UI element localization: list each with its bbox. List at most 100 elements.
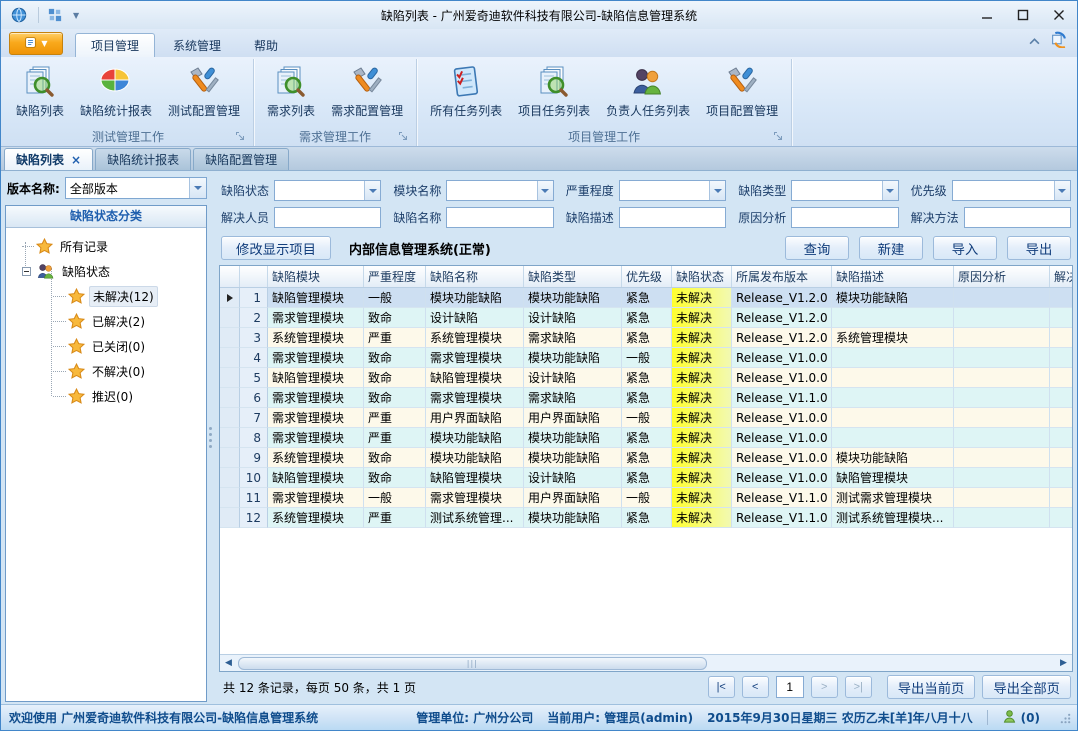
tree-item-已关闭(0)[interactable]: 已关闭(0): [8, 334, 204, 359]
message-counter[interactable]: (0): [1002, 709, 1040, 727]
column-header-解决方法[interactable]: 解决方法: [1050, 266, 1072, 287]
缺陷名称-field[interactable]: [447, 208, 552, 227]
table-row[interactable]: 9系统管理模块致命模块功能缺陷模块功能缺陷紧急未解决Release_V1.0.0…: [220, 448, 1072, 468]
table-row[interactable]: 12系统管理模块严重测试系统管理...模块功能缺陷紧急未解决Release_V1…: [220, 508, 1072, 528]
ribbon-button-所有任务列表[interactable]: 所有任务列表: [423, 60, 509, 121]
combo-dropdown-button[interactable]: [709, 181, 725, 200]
缺陷状态-field[interactable]: [275, 181, 364, 200]
ribbon-tab-帮助[interactable]: 帮助: [239, 33, 293, 57]
table-row[interactable]: 2需求管理模块致命设计缺陷设计缺陷紧急未解决Release_V1.2.0: [220, 308, 1072, 328]
table-row[interactable]: 8需求管理模块严重模块功能缺陷模块功能缺陷紧急未解决Release_V1.0.0: [220, 428, 1072, 448]
resize-grip-icon[interactable]: [1060, 713, 1071, 727]
dialog-launcher-icon[interactable]: [235, 131, 246, 142]
ribbon-button-缺陷列表[interactable]: 缺陷列表: [9, 60, 71, 121]
application-menu-button[interactable]: ▼: [9, 32, 63, 55]
import-button[interactable]: 导入: [933, 236, 997, 260]
dialog-launcher-icon[interactable]: [398, 131, 409, 142]
column-header-缺陷状态[interactable]: 缺陷状态: [672, 266, 732, 287]
next-page-button[interactable]: >: [811, 676, 838, 698]
column-header-缺陷名称[interactable]: 缺陷名称: [426, 266, 524, 287]
filter-原因分析-input[interactable]: [791, 207, 898, 228]
modify-columns-button[interactable]: 修改显示项目: [221, 236, 331, 260]
解决方法-field[interactable]: [965, 208, 1070, 227]
combo-dropdown-button[interactable]: [537, 181, 553, 200]
scroll-left-icon[interactable]: ◀: [220, 655, 237, 671]
tree-item-未解决(12)[interactable]: 未解决(12): [8, 284, 204, 309]
tree-item-缺陷状态[interactable]: 缺陷状态: [8, 259, 204, 284]
table-row[interactable]: 5缺陷管理模块致命缺陷管理模块设计缺陷紧急未解决Release_V1.0.0: [220, 368, 1072, 388]
filter-缺陷名称-input[interactable]: [446, 207, 553, 228]
export-all-pages-button[interactable]: 导出全部页: [982, 675, 1071, 699]
combo-dropdown-button[interactable]: [364, 181, 380, 200]
解决人员-field[interactable]: [275, 208, 380, 227]
column-header-缺陷类型[interactable]: 缺陷类型: [524, 266, 622, 287]
prev-page-button[interactable]: <: [742, 676, 769, 698]
table-row[interactable]: 10缺陷管理模块致命缺陷管理模块设计缺陷紧急未解决Release_V1.0.0缺…: [220, 468, 1072, 488]
ribbon-tab-项目管理[interactable]: 项目管理: [75, 33, 155, 57]
严重程度-field[interactable]: [620, 181, 709, 200]
tree-item-已解决(2)[interactable]: 已解决(2): [8, 309, 204, 334]
column-header-原因分析[interactable]: 原因分析: [954, 266, 1050, 287]
quick-access-grid-icon[interactable]: [48, 8, 62, 22]
column-header-缺陷描述[interactable]: 缺陷描述: [832, 266, 954, 287]
column-header-所属发布版本[interactable]: 所属发布版本: [732, 266, 832, 287]
maximize-button[interactable]: [1005, 2, 1041, 28]
filter-解决方法-input[interactable]: [964, 207, 1071, 228]
tree-item-推迟(0)[interactable]: 推迟(0): [8, 384, 204, 409]
filter-严重程度-input[interactable]: [619, 180, 726, 201]
doc-tab-缺陷统计报表[interactable]: 缺陷统计报表: [95, 148, 191, 170]
version-combo-dropdown[interactable]: [189, 178, 206, 198]
combo-dropdown-button[interactable]: [1054, 181, 1070, 200]
table-row[interactable]: 11需求管理模块一般需求管理模块用户界面缺陷一般未解决Release_V1.1.…: [220, 488, 1072, 508]
close-tab-icon[interactable]: ×: [71, 154, 81, 166]
缺陷类型-field[interactable]: [792, 181, 881, 200]
page-number-input[interactable]: [776, 676, 804, 698]
export-current-page-button[interactable]: 导出当前页: [887, 675, 976, 699]
search-button[interactable]: 查询: [785, 236, 849, 260]
column-header-严重程度[interactable]: 严重程度: [364, 266, 426, 287]
combo-dropdown-button[interactable]: [882, 181, 898, 200]
模块名称-field[interactable]: [447, 181, 536, 200]
ribbon-button-需求列表[interactable]: 需求列表: [260, 60, 322, 121]
collapse-ribbon-icon[interactable]: [1029, 34, 1040, 48]
ribbon-button-负责人任务列表[interactable]: 负责人任务列表: [599, 60, 697, 121]
doc-tab-缺陷配置管理[interactable]: 缺陷配置管理: [193, 148, 289, 170]
table-row[interactable]: 7需求管理模块严重用户界面缺陷用户界面缺陷一般未解决Release_V1.0.0: [220, 408, 1072, 428]
quick-access-dropdown-arrow[interactable]: ▼: [73, 11, 79, 20]
缺陷描述-field[interactable]: [620, 208, 725, 227]
help-sync-icon[interactable]: [1050, 31, 1067, 51]
filter-缺陷描述-input[interactable]: [619, 207, 726, 228]
scrollbar-thumb[interactable]: |||: [238, 657, 707, 670]
table-row[interactable]: 1缺陷管理模块一般模块功能缺陷模块功能缺陷紧急未解决Release_V1.2.0…: [220, 288, 1072, 308]
horizontal-scrollbar[interactable]: ◀ ||| ▶: [220, 654, 1072, 671]
原因分析-field[interactable]: [792, 208, 897, 227]
table-row[interactable]: 3系统管理模块严重系统管理模块需求缺陷紧急未解决Release_V1.2.0系统…: [220, 328, 1072, 348]
ribbon-button-缺陷统计报表[interactable]: 缺陷统计报表: [73, 60, 159, 121]
ribbon-button-项目任务列表[interactable]: 项目任务列表: [511, 60, 597, 121]
tree-item-不解决(0)[interactable]: 不解决(0): [8, 359, 204, 384]
filter-模块名称-input[interactable]: [446, 180, 553, 201]
优先级-field[interactable]: [953, 181, 1054, 200]
ribbon-button-项目配置管理[interactable]: 项目配置管理: [699, 60, 785, 121]
filter-缺陷状态-input[interactable]: [274, 180, 381, 201]
new-button[interactable]: 新建: [859, 236, 923, 260]
collapse-expander-icon[interactable]: [22, 267, 31, 276]
tree-item-所有记录[interactable]: 所有记录: [8, 234, 204, 259]
column-header-缺陷模块[interactable]: 缺陷模块: [268, 266, 364, 287]
dialog-launcher-icon[interactable]: [773, 131, 784, 142]
version-combo[interactable]: 全部版本: [65, 177, 207, 199]
ribbon-button-测试配置管理[interactable]: 测试配置管理: [161, 60, 247, 121]
scroll-right-icon[interactable]: ▶: [1055, 655, 1072, 671]
minimize-button[interactable]: [969, 2, 1005, 28]
last-page-button[interactable]: >|: [845, 676, 872, 698]
doc-tab-缺陷列表[interactable]: 缺陷列表×: [4, 148, 93, 170]
column-header-优先级[interactable]: 优先级: [622, 266, 672, 287]
filter-优先级-input[interactable]: [952, 180, 1071, 201]
first-page-button[interactable]: |<: [708, 676, 735, 698]
close-button[interactable]: [1041, 2, 1077, 28]
table-row[interactable]: 4需求管理模块致命需求管理模块模块功能缺陷一般未解决Release_V1.0.0: [220, 348, 1072, 368]
ribbon-button-需求配置管理[interactable]: 需求配置管理: [324, 60, 410, 121]
filter-缺陷类型-input[interactable]: [791, 180, 898, 201]
table-row[interactable]: 6需求管理模块致命需求管理模块需求缺陷紧急未解决Release_V1.1.0: [220, 388, 1072, 408]
export-button[interactable]: 导出: [1007, 236, 1071, 260]
